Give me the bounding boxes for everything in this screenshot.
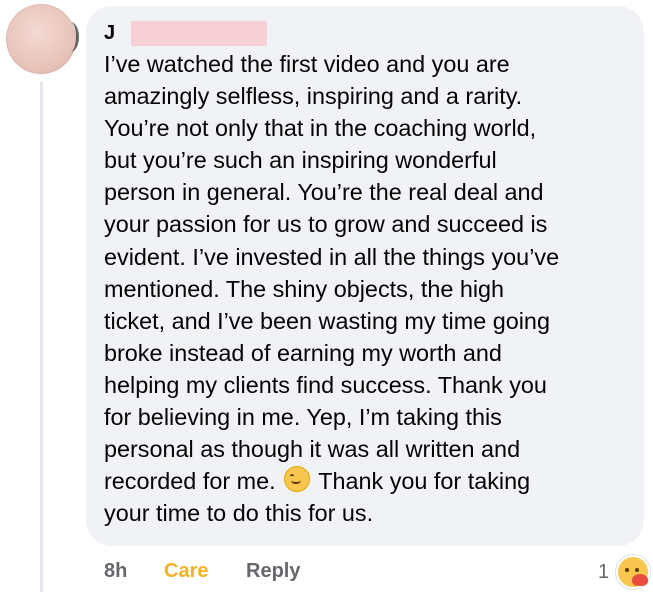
comment-line: your time to do this for us. xyxy=(104,500,374,527)
reaction-count[interactable]: 1 xyxy=(598,561,609,584)
avatar-ring xyxy=(62,22,79,52)
comment-line: You’re not only that in the coaching wor… xyxy=(104,115,537,142)
timestamp-link[interactable]: 8h xyxy=(104,560,127,583)
smiling-face-icon xyxy=(284,466,311,493)
comment-line: helping my clients find success. Thank y… xyxy=(104,371,547,398)
care-reaction-icon[interactable] xyxy=(616,555,650,589)
comment-line: mentioned. The shiny objects, the high xyxy=(104,275,505,302)
author-name[interactable]: J xyxy=(104,22,115,45)
comment-line: your passion for us to grow and succeed … xyxy=(104,211,548,238)
comment-line-part: Thank you for taking xyxy=(318,468,531,495)
comment-line: I’ve watched the first video and you are xyxy=(104,51,510,77)
comment-line: ticket, and I’ve been wasting my time go… xyxy=(104,307,550,334)
comment-line-part: recorded for me. xyxy=(104,468,276,495)
comment-line: personal as though it was all written an… xyxy=(104,436,521,463)
redacted-name xyxy=(131,21,267,46)
reply-button[interactable]: Reply xyxy=(246,560,300,583)
comment-line: for believing in me. Yep, I’m taking thi… xyxy=(104,404,502,431)
comment-line: broke instead of earning my worth and xyxy=(104,339,502,366)
thread-line xyxy=(40,82,43,592)
care-reaction-button[interactable]: Care xyxy=(164,560,208,583)
comment-line: amazingly selfless, inspiring and a rari… xyxy=(104,83,523,110)
comment-line: evident. I’ve invested in all the things… xyxy=(104,243,560,270)
comment-line: recorded for me. Thank you for taking xyxy=(104,465,624,497)
comment-line: person in general. You’re the real deal … xyxy=(104,179,544,206)
comment-line: but you’re such an inspiring wonderful xyxy=(104,147,497,174)
comment-text: I’ve watched the first video and you are… xyxy=(104,48,624,529)
